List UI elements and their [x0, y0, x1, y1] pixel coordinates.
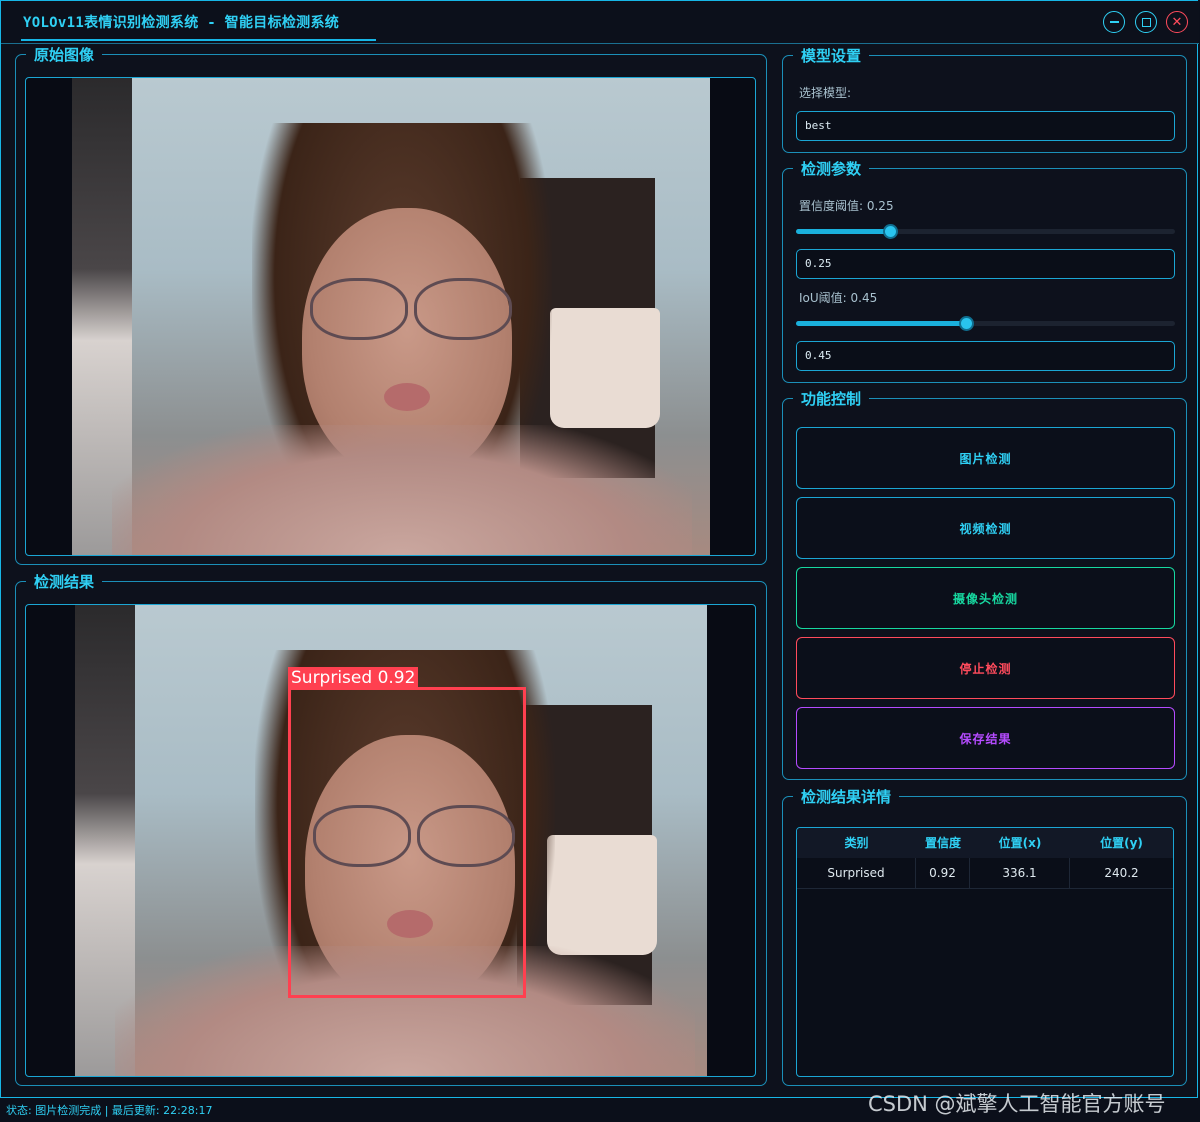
confidence-slider[interactable] — [796, 224, 1175, 239]
image-detect-button[interactable]: 图片检测 — [796, 427, 1175, 489]
panel-title: 原始图像 — [26, 45, 103, 65]
title-underline — [21, 39, 376, 41]
results-table: 类别 置信度 位置(x) 位置(y) Surprised 0.92 336.1 … — [796, 827, 1174, 1077]
table-row[interactable]: Surprised 0.92 336.1 240.2 — [797, 858, 1173, 889]
iou-label: IoU阈值: 0.45 — [799, 291, 878, 305]
result-image-frame: Surprised 0.92 — [25, 604, 756, 1077]
panel-title: 检测参数 — [793, 159, 870, 179]
iou-slider-handle[interactable] — [958, 316, 974, 331]
original-image-frame — [25, 77, 756, 556]
maximize-icon — [1141, 17, 1151, 27]
close-button[interactable]: ✕ — [1166, 11, 1188, 33]
detection-params-panel: 检测参数 置信度阈值: 0.25 0.25 IoU阈值: 0.45 0.45 — [782, 159, 1187, 383]
confidence-input[interactable]: 0.25 — [796, 249, 1175, 279]
iou-input[interactable]: 0.45 — [796, 341, 1175, 371]
column-header-y[interactable]: 位置(y) — [1070, 828, 1173, 858]
maximize-button[interactable] — [1135, 11, 1157, 33]
confidence-label: 置信度阈值: 0.25 — [799, 199, 894, 213]
original-image — [72, 78, 710, 555]
iou-slider[interactable] — [796, 316, 1175, 331]
column-header-class[interactable]: 类别 — [797, 828, 916, 858]
detection-result-panel: 检测结果 Surprised 0.92 — [15, 572, 767, 1086]
confidence-slider-fill — [796, 229, 891, 234]
model-settings-panel: 模型设置 选择模型: best — [782, 46, 1187, 153]
result-details-panel: 检测结果详情 类别 置信度 位置(x) 位置(y) Surprised 0.92… — [782, 787, 1187, 1086]
camera-detect-button[interactable]: 摄像头检测 — [796, 567, 1175, 629]
minimize-icon — [1109, 21, 1119, 23]
app-title: YOLOv11表情识别检测系统 - 智能目标检测系统 — [23, 15, 340, 31]
panel-title: 检测结果详情 — [793, 787, 900, 807]
control-panel: 功能控制 图片检测 视频检测 摄像头检测 停止检测 保存结果 — [782, 389, 1187, 780]
minimize-button[interactable] — [1103, 11, 1125, 33]
detection-label: Surprised 0.92 — [288, 667, 419, 689]
confidence-slider-handle[interactable] — [882, 224, 898, 239]
close-icon: ✕ — [1171, 14, 1183, 30]
title-bar[interactable]: YOLOv11表情识别检测系统 - 智能目标检测系统 ✕ — [1, 1, 1199, 44]
cell-y: 240.2 — [1104, 866, 1139, 880]
cell-x: 336.1 — [970, 858, 1070, 888]
stop-detect-button[interactable]: 停止检测 — [796, 637, 1175, 699]
save-results-button[interactable]: 保存结果 — [796, 707, 1175, 769]
panel-title: 功能控制 — [793, 389, 870, 409]
column-header-confidence[interactable]: 置信度 — [916, 828, 970, 858]
iou-slider-fill — [796, 321, 967, 326]
watermark: CSDN @斌擎人工智能官方账号 — [868, 1092, 1166, 1116]
app-window: YOLOv11表情识别检测系统 - 智能目标检测系统 ✕ 原始图像 检测结果 S… — [0, 0, 1199, 1098]
result-image: Surprised 0.92 — [75, 605, 707, 1076]
panel-title: 检测结果 — [26, 572, 103, 592]
cell-class: Surprised — [797, 858, 916, 888]
panel-title: 模型设置 — [793, 46, 870, 66]
model-select-label: 选择模型: — [799, 86, 852, 100]
detection-bounding-box — [288, 687, 526, 998]
video-detect-button[interactable]: 视频检测 — [796, 497, 1175, 559]
table-header: 类别 置信度 位置(x) 位置(y) — [797, 828, 1173, 858]
column-header-x[interactable]: 位置(x) — [970, 828, 1070, 858]
model-select[interactable]: best — [796, 111, 1175, 141]
cell-confidence: 0.92 — [916, 858, 970, 888]
original-image-panel: 原始图像 — [15, 45, 767, 565]
